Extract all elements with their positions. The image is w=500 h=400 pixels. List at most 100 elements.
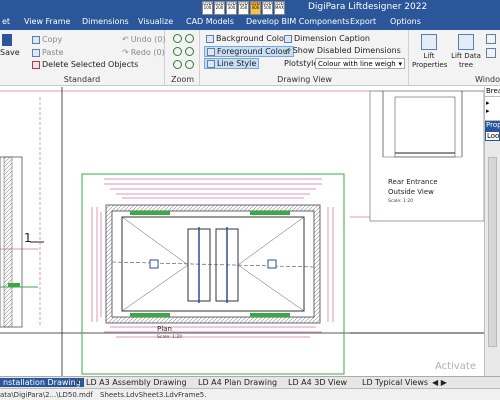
plotstyles-value: Colour with line weigh	[318, 60, 396, 68]
lod-300-button[interactable]: LOD 300	[226, 1, 237, 15]
drawing-canvas[interactable]: 1 Plan Scale: 1:20 Rear Entrance Outside…	[0, 87, 484, 376]
tab-develop-bim[interactable]: Develop BIM Components	[246, 17, 349, 26]
lod-500-button[interactable]: LOD 500	[262, 1, 273, 15]
zoom-previous-icon[interactable]	[173, 60, 182, 69]
tab-cad-models[interactable]: CAD Models	[186, 17, 234, 26]
door-top-right	[250, 211, 290, 215]
paste-label: Paste	[42, 48, 64, 57]
group-zoom: Zoom	[166, 30, 200, 86]
redo-icon: ↷	[122, 48, 129, 57]
breakdown-tree[interactable]: ▸ ▸	[485, 97, 500, 121]
lift-data-tree-icon	[458, 34, 474, 50]
plan-dimensions-bottom	[104, 326, 322, 338]
save-label: Save	[0, 48, 20, 57]
foreground-colour-icon	[207, 47, 215, 56]
zoom-extents-icon[interactable]	[185, 47, 194, 56]
tab-scroll-icon[interactable]: ◀ ▶	[432, 378, 447, 387]
group-lift: Lift Properties Lift Data tree Windo	[410, 30, 500, 86]
lod-350-button[interactable]: LOD 350	[238, 1, 249, 15]
copy-icon	[32, 35, 40, 44]
sheet-tab-assembly[interactable]: LD A3 Assembly Drawing	[86, 378, 187, 387]
lod-max-button[interactable]: LOD MAX	[274, 1, 285, 15]
zoom-window-icon[interactable]	[173, 47, 182, 56]
lod-100-button[interactable]: LOD 100	[202, 1, 213, 15]
properties-header: Prop	[485, 121, 500, 131]
lookup-field[interactable]: Look	[485, 131, 500, 141]
dimension-caption-button[interactable]: Dimension Caption	[284, 34, 370, 43]
redo-button[interactable]: ↷ Redo (0)	[122, 48, 165, 57]
line-style-icon	[207, 59, 215, 68]
tab-dimensions[interactable]: Dimensions	[82, 17, 129, 26]
chevron-down-icon: ▾	[398, 60, 402, 68]
dimension-caption-icon	[284, 34, 292, 43]
rear-view-door	[394, 96, 456, 158]
sheet-tab-typical[interactable]: LD Typical Views	[362, 378, 428, 387]
lift-data-tree-label: Lift Data tree	[451, 52, 481, 69]
side-panel-scrollbar[interactable]	[488, 157, 497, 347]
window-icon-2[interactable]	[486, 48, 496, 58]
undo-button[interactable]: ↶ Undo (0)	[122, 35, 165, 44]
copy-button[interactable]: Copy	[32, 35, 62, 44]
zoom-all-icon[interactable]	[185, 60, 194, 69]
foreground-colour-label: Foreground Colour	[217, 47, 292, 56]
rear-view-scale: Scale: 1:20	[388, 198, 413, 204]
show-disabled-dimensions-button[interactable]: ✔ Show Disabled Dimensions	[284, 46, 401, 55]
dimension-caption-label: Dimension Caption	[294, 34, 370, 43]
rail-bracket-right	[267, 259, 277, 269]
show-disabled-label: Show Disabled Dimensions	[292, 46, 401, 55]
undo-icon: ↶	[122, 35, 129, 44]
plan-label: Plan	[157, 325, 172, 333]
sheet-tabs: nstallation Drawing ✕ LD A3 Assembly Dra…	[0, 376, 500, 388]
door-bottom-right	[250, 313, 290, 317]
lod-200-button[interactable]: LOD 200	[214, 1, 225, 15]
group-drawing-view: Background Colour Foreground Colour Line…	[201, 30, 409, 86]
lift-data-tree-button[interactable]: Lift Data tree	[450, 34, 482, 70]
tab-export[interactable]: Export	[350, 17, 376, 26]
redo-label: Redo (0)	[130, 48, 165, 57]
save-button[interactable]: Save	[0, 34, 20, 57]
close-icon[interactable]: ✕	[74, 378, 81, 387]
status-sheet: Sheets.LdvSheet3.LdvFrame5.	[100, 391, 207, 399]
activate-watermark: Activate	[435, 361, 476, 372]
delete-icon	[32, 60, 40, 69]
delete-button[interactable]: Delete Selected Objects	[32, 60, 138, 69]
copy-label: Copy	[42, 35, 63, 44]
rear-view-subtitle: Outside View	[388, 188, 434, 196]
tab-view-frame[interactable]: View Frame	[24, 17, 70, 26]
plotstyles-select[interactable]: Colour with line weigh ▾	[315, 58, 405, 69]
window-icon[interactable]	[486, 34, 496, 44]
group-standard-label: Standard	[63, 75, 101, 84]
side-panel: Brea ▸▸ Prop Look	[484, 87, 500, 376]
lift-properties-label: Lift Properties	[412, 52, 448, 69]
sheet-tab-3d[interactable]: LD A4 3D View	[288, 378, 347, 387]
lod-toolbar: LOD 100 LOD 200 LOD 300 LOD 350 LOD 400 …	[202, 0, 286, 16]
plan-dimensions-left	[91, 207, 102, 322]
sheet-tab-plan[interactable]: LD A4 Plan Drawing	[198, 378, 277, 387]
tab-options[interactable]: Options	[390, 17, 421, 26]
foreground-colour-button[interactable]: Foreground Colour	[204, 46, 295, 57]
breakdown-header: Brea	[485, 87, 500, 97]
lift-properties-button[interactable]: Lift Properties	[412, 34, 448, 70]
background-colour-button[interactable]: Background Colour	[206, 34, 292, 43]
shaft-interior	[111, 210, 315, 318]
line-style-label: Line Style	[217, 59, 257, 68]
sheet-tab-installation[interactable]: nstallation Drawing	[0, 378, 84, 387]
background-colour-label: Background Colour	[216, 34, 293, 43]
undo-label: Undo (0)	[130, 35, 166, 44]
line-style-button[interactable]: Line Style	[204, 58, 260, 69]
zoom-out-icon[interactable]	[185, 34, 194, 43]
ribbon: Save Copy Paste Delete Selected Objects …	[0, 30, 500, 86]
tab-visualize[interactable]: Visualize	[138, 17, 173, 26]
status-path: ata\DigiPara\2...\LD50.mdf	[0, 391, 93, 399]
left-partial-drawing	[0, 97, 44, 328]
door-top-left	[130, 211, 170, 215]
lod-400-button[interactable]: LOD 400	[250, 1, 261, 15]
tab-set[interactable]: et	[2, 17, 10, 26]
paste-button[interactable]: Paste	[32, 48, 64, 57]
app-title: DigiPara Liftdesigner 2022	[308, 2, 428, 12]
section-marker: 1	[24, 231, 32, 245]
zoom-in-icon[interactable]	[173, 34, 182, 43]
door-bottom-left	[130, 313, 170, 317]
group-zoom-label: Zoom	[170, 75, 195, 84]
save-icon	[2, 34, 12, 46]
